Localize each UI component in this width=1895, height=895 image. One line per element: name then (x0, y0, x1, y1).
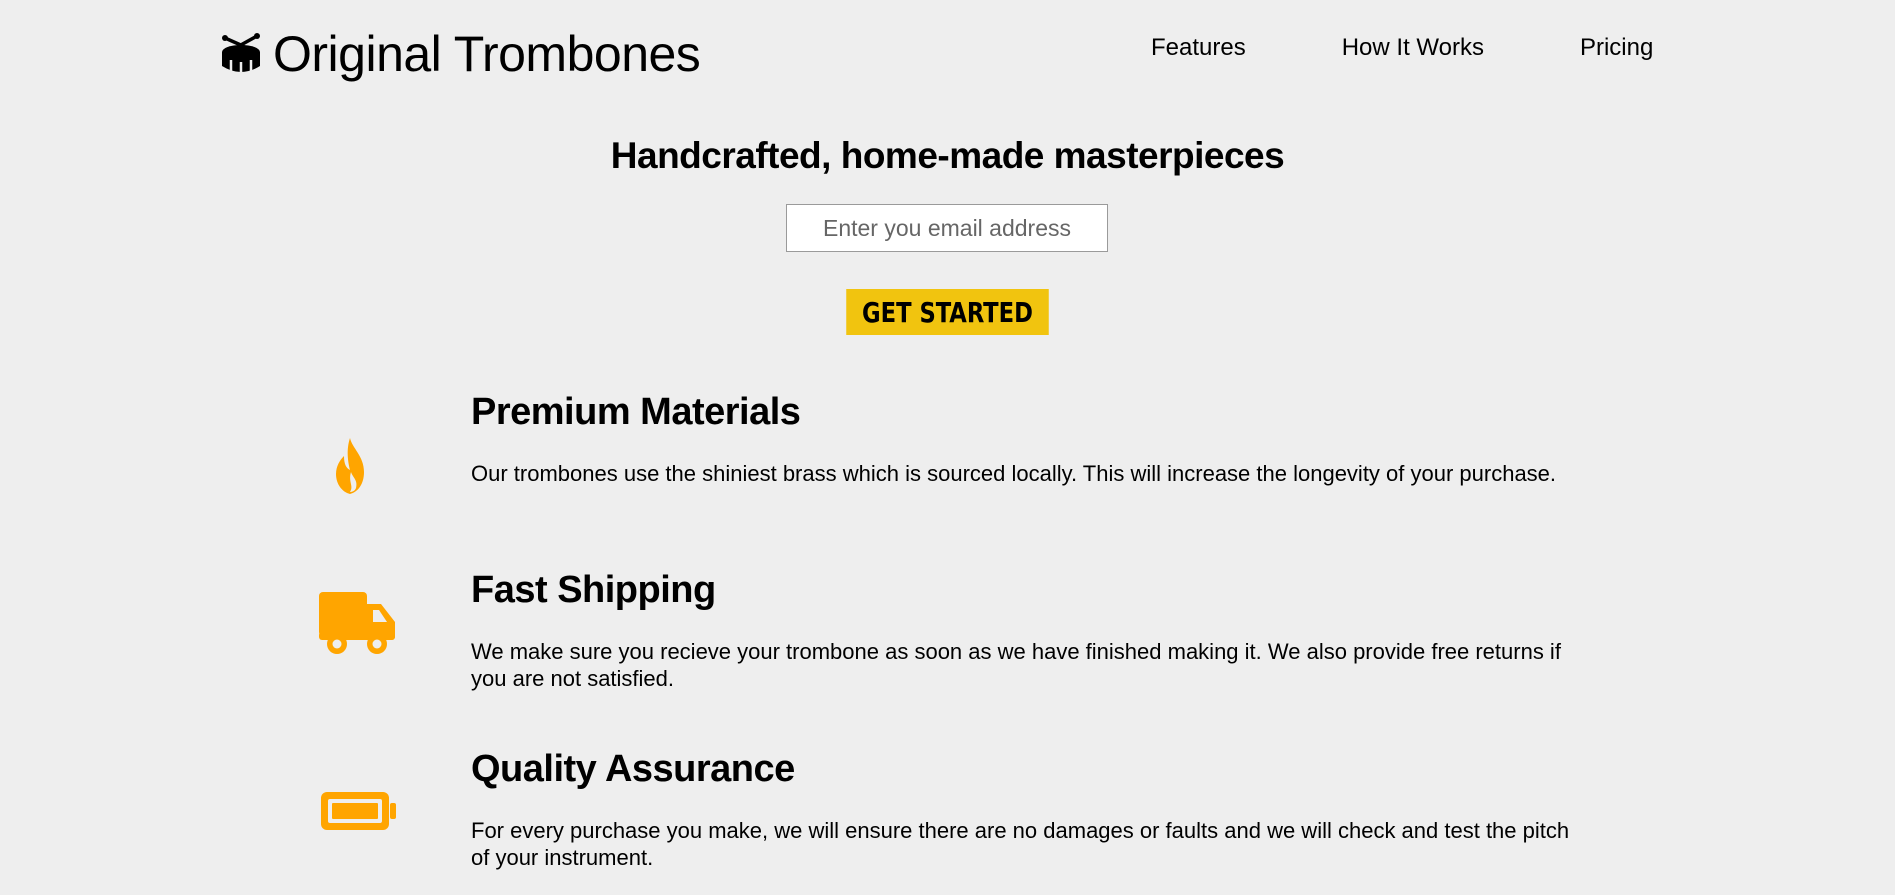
fire-icon (300, 416, 400, 516)
main-nav: Features How It Works Pricing (1115, 30, 1653, 66)
feature-title: Quality Assurance (471, 748, 795, 790)
brand-logo[interactable]: Original Trombones (219, 24, 701, 84)
feature-description: For every purchase you make, we will ens… (471, 818, 1570, 870)
email-input[interactable] (786, 204, 1108, 252)
truck-icon (318, 574, 398, 674)
landing-page: Original Trombones Features How It Works… (0, 0, 1895, 895)
brand-name: Original Trombones (273, 26, 701, 82)
feature-item: Premium Materials Our trombones use the … (0, 380, 1895, 550)
feature-description: We make sure you recieve your trombone a… (471, 639, 1561, 691)
feature-title: Fast Shipping (471, 569, 716, 611)
hero-section: Handcrafted, home-made masterpieces GET … (0, 128, 1895, 335)
nav-link-pricing[interactable]: Pricing (1532, 30, 1653, 66)
drum-icon (219, 32, 263, 76)
nav-link-features[interactable]: Features (1115, 30, 1294, 66)
battery-icon (318, 761, 398, 861)
feature-title: Premium Materials (471, 391, 801, 433)
feature-item: Fast Shipping We make sure you recieve y… (0, 558, 1895, 728)
get-started-button[interactable]: GET STARTED (846, 289, 1049, 335)
feature-description: Our trombones use the shiniest brass whi… (471, 461, 1557, 486)
nav-link-how-it-works[interactable]: How It Works (1294, 30, 1532, 66)
site-header: Original Trombones Features How It Works… (0, 0, 1895, 110)
hero-title: Handcrafted, home-made masterpieces (610, 135, 1285, 176)
feature-item: Quality Assurance For every purchase you… (0, 737, 1895, 895)
